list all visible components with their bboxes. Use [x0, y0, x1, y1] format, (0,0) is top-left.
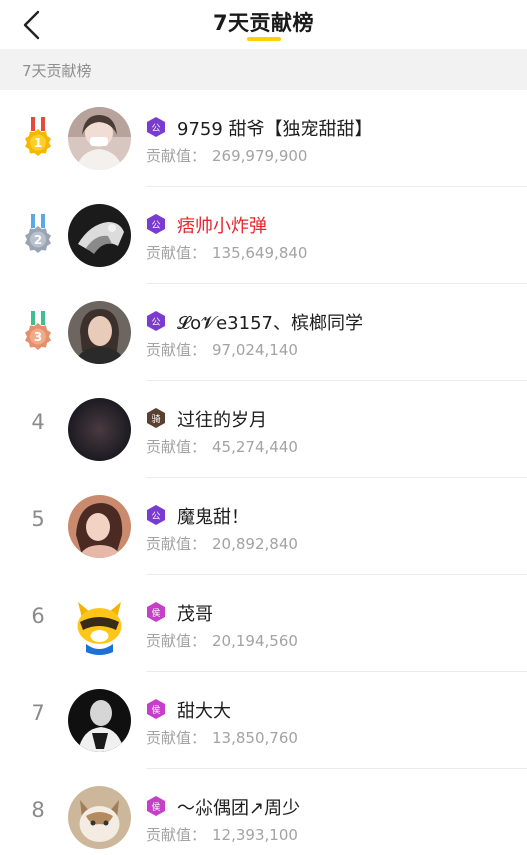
ranking-row[interactable]: 3 公 𝓛o𝓥e3157、槟榔同学 贡献值： 97,024,140 [0, 284, 527, 381]
svg-text:侯: 侯 [151, 801, 160, 813]
svg-text:侯: 侯 [151, 704, 160, 716]
contribution-value: 贡献值： 20,194,560 [146, 632, 298, 650]
contribution-value: 贡献值： 97,024,140 [146, 341, 298, 359]
user-name[interactable]: 魔鬼甜！ [177, 503, 249, 529]
svg-text:2: 2 [34, 233, 42, 247]
section-label: 7天贡献榜 [22, 62, 92, 80]
svg-text:公: 公 [151, 220, 160, 231]
section-header: 7天贡献榜 [0, 49, 527, 90]
ranking-list: 1 公 9759 甜爷【独宠甜甜】 贡献值： 269,979,900 2 公 痞… [0, 90, 527, 855]
knight-badge-icon: 骑 [147, 408, 165, 428]
svg-text:1: 1 [34, 136, 42, 150]
user-name[interactable]: 痞帅小炸弹 [177, 212, 267, 238]
user-name[interactable]: 过往的岁月 [177, 406, 267, 432]
ranking-row[interactable]: 7 侯 甜大大 贡献值： 13,850,760 [0, 672, 527, 769]
avatar[interactable] [68, 107, 131, 170]
user-name[interactable]: 甜大大 [177, 697, 231, 723]
page-title: 7天贡献榜 [212, 11, 315, 35]
svg-text:公: 公 [151, 317, 160, 328]
svg-text:3: 3 [34, 330, 42, 344]
contribution-value: 贡献值： 12,393,100 [146, 826, 298, 844]
user-name[interactable]: 茂哥 [177, 600, 213, 626]
ranking-row[interactable]: 2 公 痞帅小炸弹 贡献值： 135,649,840 [0, 187, 527, 284]
avatar[interactable] [68, 204, 131, 267]
bronze-medal-icon: 3 [22, 311, 54, 357]
contribution-value: 贡献值： 45,274,440 [146, 438, 298, 456]
top-bar: 7天贡献榜 [0, 0, 527, 48]
ranking-row[interactable]: 6 侯 茂哥 贡献值： 20,194,560 [0, 575, 527, 672]
avatar[interactable] [68, 398, 131, 461]
rank-number: 7 [31, 701, 45, 725]
contribution-value: 贡献值： 269,979,900 [146, 147, 308, 165]
rank-number: 5 [31, 507, 45, 531]
svg-text:侯: 侯 [151, 607, 160, 619]
silver-medal-icon: 2 [22, 214, 54, 260]
ranking-row[interactable]: 8 侯 ～尛偶团↗周少 贡献值： 12,393,100 [0, 769, 527, 855]
avatar[interactable] [68, 592, 131, 655]
contribution-value: 贡献值： 20,892,840 [146, 535, 298, 553]
marquis-badge-icon: 侯 [147, 699, 165, 719]
ranking-row[interactable]: 4 骑 过往的岁月 贡献值： 45,274,440 [0, 381, 527, 478]
marquis-badge-icon: 侯 [147, 602, 165, 622]
svg-text:公: 公 [151, 123, 160, 134]
gold-medal-icon: 1 [22, 117, 54, 163]
contribution-value: 贡献值： 135,649,840 [146, 244, 308, 262]
svg-text:骑: 骑 [151, 413, 160, 425]
svg-text:公: 公 [151, 511, 160, 522]
user-name[interactable]: 9759 甜爷【独宠甜甜】 [177, 115, 373, 141]
avatar[interactable] [68, 786, 131, 849]
ranking-row[interactable]: 5 公 魔鬼甜！ 贡献值： 20,892,840 [0, 478, 527, 575]
contribution-value: 贡献值： 13,850,760 [146, 729, 298, 747]
guild-badge-icon: 公 [147, 117, 165, 137]
guild-badge-icon: 公 [147, 311, 165, 331]
rank-number: 6 [31, 604, 45, 628]
ranking-row[interactable]: 1 公 9759 甜爷【独宠甜甜】 贡献值： 269,979,900 [0, 90, 527, 187]
avatar[interactable] [68, 301, 131, 364]
marquis-badge-icon: 侯 [147, 796, 165, 816]
avatar[interactable] [68, 689, 131, 752]
avatar[interactable] [68, 495, 131, 558]
user-name[interactable]: 𝓛o𝓥e3157、槟榔同学 [177, 309, 363, 335]
rank-number: 4 [31, 410, 45, 434]
guild-badge-icon: 公 [147, 214, 165, 234]
guild-badge-icon: 公 [147, 505, 165, 525]
rank-number: 8 [31, 798, 45, 822]
user-name[interactable]: ～尛偶团↗周少 [177, 794, 300, 820]
title-underline [247, 37, 281, 41]
